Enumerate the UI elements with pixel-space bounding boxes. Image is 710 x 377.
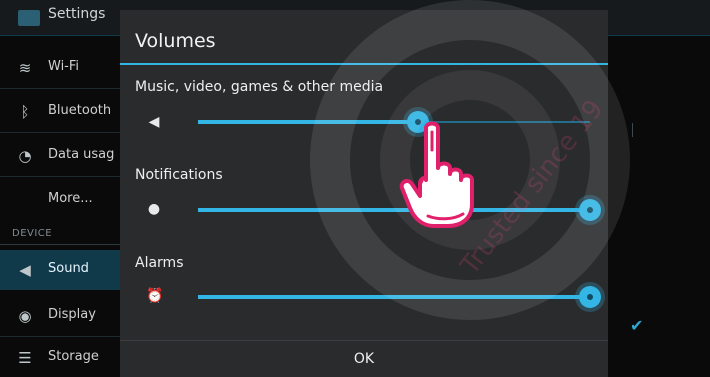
ok-button[interactable]: OK <box>120 341 608 377</box>
wifi-icon: ≋ <box>18 59 32 77</box>
slider-thumb[interactable] <box>579 286 601 308</box>
notification-icon: ● <box>147 201 161 217</box>
sidebar-item-bluetooth[interactable]: ᛒ Bluetooth <box>0 92 120 132</box>
sidebar-item-label: Data usag <box>48 147 115 162</box>
checkmark-icon[interactable]: ✔ <box>630 316 643 335</box>
sidebar-item-label: Storage <box>48 349 99 364</box>
alarms-label: Alarms <box>135 255 184 271</box>
section-header-device: DEVICE <box>12 228 53 239</box>
sidebar-item-wifi[interactable]: ≋ Wi-Fi <box>0 48 120 88</box>
sidebar-item-label: More... <box>48 191 93 206</box>
storage-icon: ☰ <box>18 349 32 367</box>
divider <box>0 132 120 133</box>
divider <box>0 336 120 337</box>
slider-fill <box>198 120 418 124</box>
data-usage-icon: ◔ <box>18 147 32 165</box>
settings-app-icon <box>18 10 40 26</box>
sidebar-item-label: Sound <box>48 261 89 276</box>
volumes-dialog: Volumes Music, video, games & other medi… <box>120 10 608 377</box>
sidebar-item-storage[interactable]: ☰ Storage <box>0 338 120 377</box>
dialog-title: Volumes <box>135 30 216 52</box>
sidebar-item-data-usage[interactable]: ◔ Data usag <box>0 136 120 176</box>
notifications-label: Notifications <box>135 167 223 183</box>
hand-pointer-icon <box>399 121 474 228</box>
display-icon: ◉ <box>18 307 32 325</box>
alarm-clock-icon: ⏰ <box>146 288 164 304</box>
divider <box>0 176 120 177</box>
slider-fill <box>198 208 590 212</box>
sidebar-item-more[interactable]: More... <box>0 180 120 220</box>
sidebar-item-label: Display <box>48 307 96 322</box>
sidebar-item-label: Wi-Fi <box>48 59 80 74</box>
media-volume-label: Music, video, games & other media <box>135 79 384 95</box>
slider-fill <box>198 295 590 299</box>
sidebar-item-display[interactable]: ◉ Display <box>0 296 120 336</box>
sidebar-item-sound[interactable]: ◀ Sound <box>0 250 120 290</box>
divider <box>632 123 633 137</box>
speaker-icon: ◀ <box>19 261 31 279</box>
slider-thumb[interactable] <box>579 199 601 221</box>
divider <box>0 88 120 89</box>
bluetooth-icon: ᛒ <box>20 103 30 121</box>
title-divider <box>120 63 608 65</box>
divider <box>0 244 120 245</box>
settings-title: Settings <box>48 6 106 22</box>
sidebar-item-label: Bluetooth <box>48 103 112 118</box>
media-volume-icon: ◀ <box>148 114 160 130</box>
